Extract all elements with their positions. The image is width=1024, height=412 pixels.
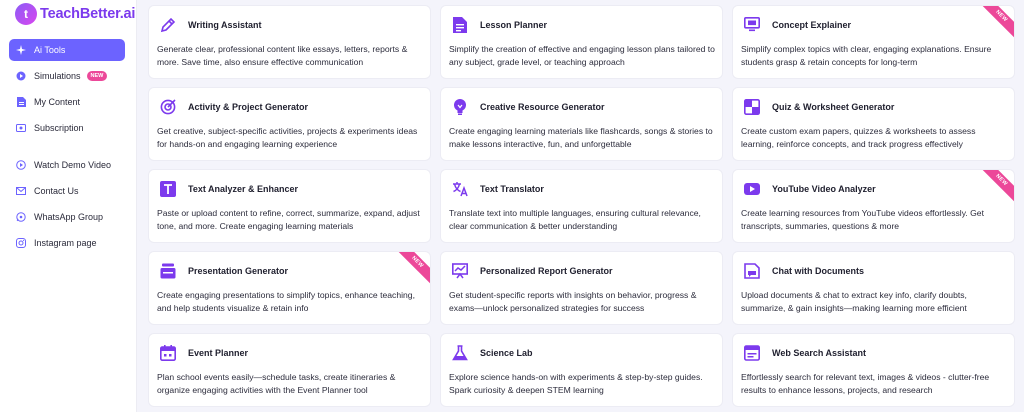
sidebar-item-label: Subscription: [34, 123, 84, 133]
tool-title: Activity & Project Generator: [188, 101, 309, 112]
tool-card-creative-resource-generator[interactable]: Creative Resource Generator Create engag…: [440, 87, 723, 161]
instagram-icon: [16, 238, 26, 248]
play-circle-icon: [16, 71, 26, 81]
tool-title: Writing Assistant: [188, 19, 262, 30]
tool-description: Translate text into multiple languages, …: [449, 208, 701, 231]
sidebar-item-simulations[interactable]: Simulations NEW: [9, 65, 125, 87]
brand[interactable]: t TeachBetter.ai: [15, 3, 135, 25]
whatsapp-icon: [16, 212, 26, 222]
tool-card-writing-assistant[interactable]: Writing Assistant Generate clear, profes…: [148, 5, 431, 79]
new-ribbon: NEW: [975, 6, 1014, 42]
document-icon: [451, 16, 468, 33]
tool-card-presentation-generator[interactable]: Presentation Generator Create engaging p…: [148, 251, 431, 325]
tool-card-personalized-report-generator[interactable]: Personalized Report Generator Get studen…: [440, 251, 723, 325]
sparkle-icon: [16, 45, 26, 55]
tool-title: Text Analyzer & Enhancer: [188, 183, 299, 194]
play-circle-icon: [16, 160, 26, 170]
new-badge: NEW: [86, 71, 108, 81]
tool-description: Simplify complex topics with clear, enga…: [741, 44, 992, 67]
tool-title: Web Search Assistant: [772, 347, 867, 358]
sidebar-item-label: Ai Tools: [34, 45, 66, 55]
tool-description: Paste or upload content to refine, corre…: [157, 208, 420, 231]
tool-description: Generate clear, professional content lik…: [157, 44, 408, 67]
monitor-icon: [743, 16, 760, 33]
sidebar-link-label: Watch Demo Video: [34, 160, 112, 170]
tool-description: Get student-specific reports with insigh…: [449, 290, 697, 313]
mail-icon: [16, 186, 26, 196]
calendar-icon: [159, 344, 176, 361]
tool-title: Text Translator: [480, 183, 544, 194]
tool-title: Lesson Planner: [480, 19, 548, 30]
new-ribbon: NEW: [391, 252, 430, 288]
chart-board-icon: [451, 262, 468, 279]
sidebar-nav: Ai Tools Simulations NEW My Content Subs…: [9, 39, 125, 258]
chat-doc-icon: [743, 262, 760, 279]
tool-title: YouTube Video Analyzer: [772, 183, 876, 194]
tool-description: Create engaging learning materials like …: [449, 126, 713, 149]
sidebar: t TeachBetter.ai Ai Tools Simulations NE…: [0, 0, 137, 412]
tool-card-event-planner[interactable]: Event Planner Plan school events easily—…: [148, 333, 431, 407]
grid-icon: [743, 98, 760, 115]
tool-title: Personalized Report Generator: [480, 265, 613, 276]
document-icon: [16, 97, 26, 107]
tool-title: Concept Explainer: [772, 19, 852, 30]
tool-title: Event Planner: [188, 347, 249, 358]
sidebar-item-subscription[interactable]: Subscription: [9, 117, 125, 139]
tool-card-text-translator[interactable]: Text Translator Translate text into mult…: [440, 169, 723, 243]
pencil-icon: [159, 16, 176, 33]
sidebar-link-contact-us[interactable]: Contact Us: [9, 180, 125, 202]
tool-description: Create learning resources from YouTube v…: [741, 208, 984, 231]
tool-title: Science Lab: [480, 347, 533, 358]
tool-title: Quiz & Worksheet Generator: [772, 101, 895, 112]
tool-card-text-analyzer-enhancer[interactable]: Text Analyzer & Enhancer Paste or upload…: [148, 169, 431, 243]
tool-grid: Writing Assistant Generate clear, profes…: [148, 5, 1015, 407]
sidebar-link-whatsapp[interactable]: WhatsApp Group: [9, 206, 125, 228]
tool-description: Create engaging presentations to simplif…: [157, 290, 415, 313]
tool-description: Plan school events easily—schedule tasks…: [157, 372, 396, 395]
tool-description: Get creative, subject-specific activitie…: [157, 126, 418, 149]
tool-card-youtube-video-analyzer[interactable]: YouTube Video Analyzer Create learning r…: [732, 169, 1015, 243]
new-ribbon: NEW: [975, 170, 1014, 206]
sidebar-item-label: My Content: [34, 97, 81, 107]
tool-card-lesson-planner[interactable]: Lesson Planner Simplify the creation of …: [440, 5, 723, 79]
tool-card-activity-project-generator[interactable]: Activity & Project Generator Get creativ…: [148, 87, 431, 161]
tool-description: Upload documents & chat to extract key i…: [741, 290, 967, 313]
bulb-icon: [451, 98, 468, 115]
sidebar-link-label: Contact Us: [34, 186, 79, 196]
tool-description: Create custom exam papers, quizzes & wor…: [741, 126, 976, 149]
sidebar-link-label: Instagram page: [34, 238, 97, 248]
card-icon: [16, 123, 26, 133]
brand-name: TeachBetter.ai: [40, 6, 136, 22]
tool-description: Simplify the creation of effective and e…: [449, 44, 715, 67]
sidebar-link-label: WhatsApp Group: [34, 212, 104, 222]
sidebar-item-ai-tools[interactable]: Ai Tools: [9, 39, 125, 61]
translate-icon: [451, 180, 468, 197]
sidebar-item-my-content[interactable]: My Content: [9, 91, 125, 113]
tool-card-quiz-worksheet-generator[interactable]: Quiz & Worksheet Generator Create custom…: [732, 87, 1015, 161]
sidebar-link-instagram[interactable]: Instagram page: [9, 232, 125, 254]
brand-logo-icon: t: [15, 3, 37, 25]
tool-title: Creative Resource Generator: [480, 101, 605, 112]
flask-icon: [451, 344, 468, 361]
tool-description: Explore science hands-on with experiment…: [449, 372, 703, 395]
tool-card-concept-explainer[interactable]: Concept Explainer Simplify complex topic…: [732, 5, 1015, 79]
target-icon: [159, 98, 176, 115]
sidebar-link-watch-demo[interactable]: Watch Demo Video: [9, 154, 125, 176]
tool-description: Effortlessly search for relevant text, i…: [741, 372, 990, 395]
tool-card-chat-with-documents[interactable]: Chat with Documents Upload documents & c…: [732, 251, 1015, 325]
tool-title: Presentation Generator: [188, 265, 289, 276]
tool-title: Chat with Documents: [772, 265, 865, 276]
browser-icon: [743, 344, 760, 361]
sidebar-item-label: Simulations: [34, 71, 81, 81]
tool-card-science-lab[interactable]: Science Lab Explore science hands-on wit…: [440, 333, 723, 407]
tool-card-web-search-assistant[interactable]: Web Search Assistant Effortlessly search…: [732, 333, 1015, 407]
text-icon: [159, 180, 176, 197]
youtube-icon: [743, 180, 760, 197]
slides-icon: [159, 262, 176, 279]
